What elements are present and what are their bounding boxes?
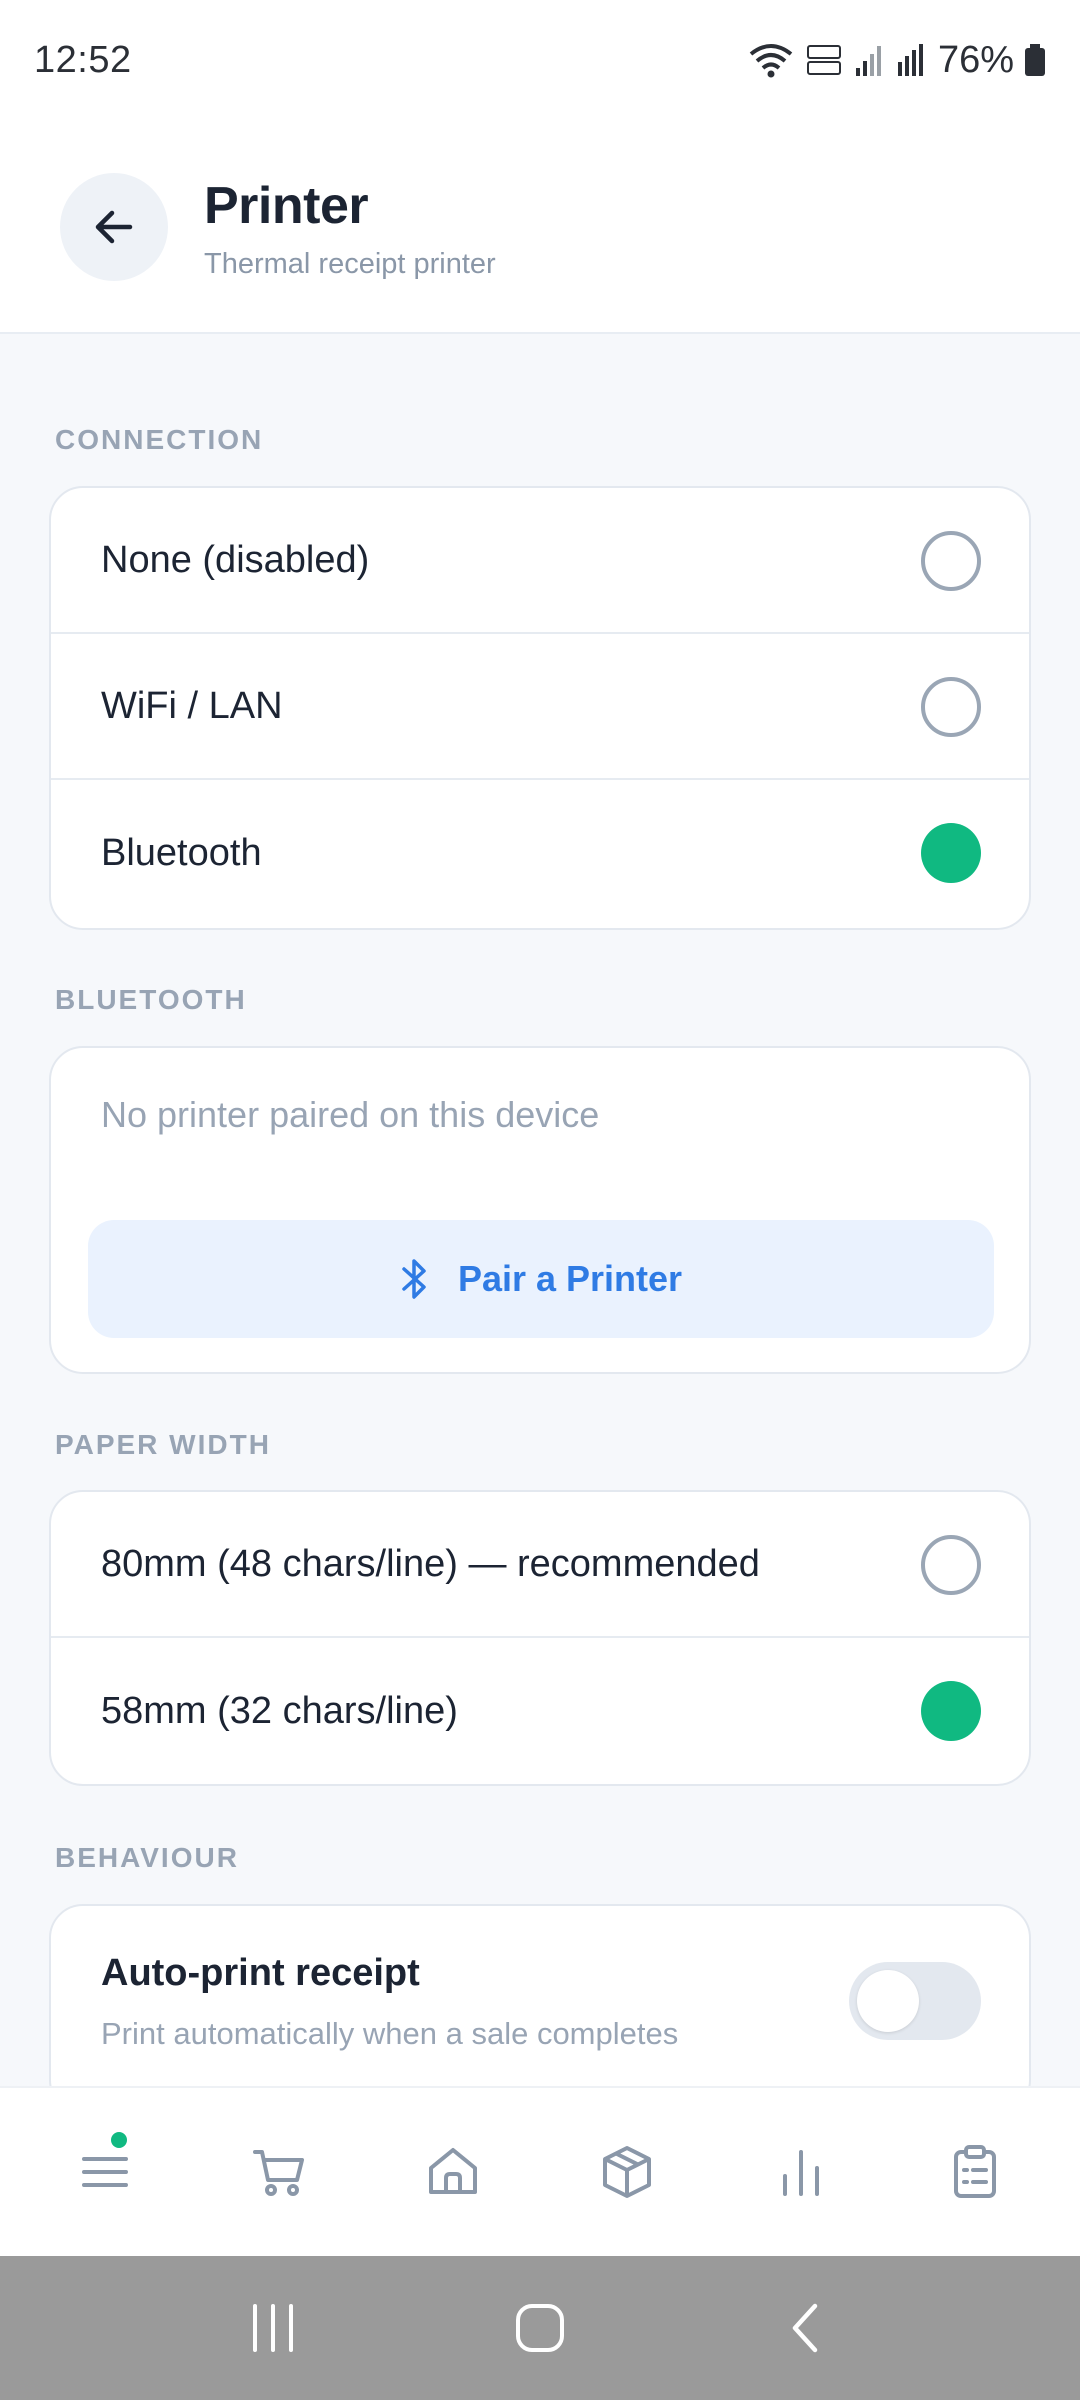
radio-unselected[interactable] [921,677,981,737]
option-label: 58mm (32 chars/line) [101,1689,458,1732]
page-title: Printer [204,177,369,235]
connection-section-label: CONNECTION [55,424,264,455]
signal-roaming-icon [897,44,923,76]
paper-option-80mm[interactable]: 80mm (48 chars/line) — recommended [51,1492,1029,1638]
tab-home[interactable] [393,2112,513,2232]
signal-icon [855,46,881,76]
toggle-knob [857,1970,919,2032]
home-icon [429,2148,477,2194]
status-bar: 12:52 76% [0,0,1080,120]
volte-icon [806,45,841,75]
option-label: 80mm (48 chars/line) — recommended [101,1542,760,1585]
bluetooth-card: No printer paired on this device Pair a … [49,1046,1031,1374]
radio-unselected[interactable] [921,1535,981,1595]
printer-settings-screen: 12:52 76% Printer Thermal receipt printe… [0,0,1080,2400]
option-label: WiFi / LAN [101,684,283,727]
auto-print-toggle[interactable] [849,1962,981,2040]
connection-option-none[interactable]: None (disabled) [51,488,1029,634]
system-navigation-bar [0,2256,1080,2400]
pair-printer-button[interactable]: Pair a Printer [88,1220,994,1338]
auto-print-title: Auto-print receipt [101,1952,420,1994]
app-header: Printer Thermal receipt printer [0,120,1080,334]
paper-width-section-label: PAPER WIDTH [55,1429,271,1460]
option-label: Bluetooth [101,831,262,874]
radio-selected[interactable] [921,823,981,883]
connection-option-wifi[interactable]: WiFi / LAN [51,634,1029,780]
bottom-tab-bar [0,2086,1080,2256]
menu-icon [82,2157,128,2187]
cart-icon [253,2150,304,2196]
back-button[interactable] [60,173,168,281]
wifi-icon [749,44,793,78]
behaviour-section-label: BEHAVIOUR [55,1842,239,1873]
tab-orders[interactable] [915,2112,1035,2232]
paper-width-card: 80mm (48 chars/line) — recommended 58mm … [49,1490,1031,1786]
status-time: 12:52 [34,38,132,81]
battery-percent: 76% [937,38,1014,81]
no-printer-text: No printer paired on this device [101,1094,600,1135]
option-label: None (disabled) [101,538,370,581]
connection-card: None (disabled) WiFi / LAN Bluetooth [49,486,1031,930]
battery-icon [1025,44,1045,76]
bluetooth-icon [402,1259,426,1299]
recents-icon[interactable] [243,2298,303,2358]
paper-option-58mm[interactable]: 58mm (32 chars/line) [51,1638,1029,1784]
page-subtitle: Thermal receipt printer [204,248,496,280]
home-button-icon[interactable] [510,2298,570,2358]
tab-cart[interactable] [219,2112,339,2232]
auto-print-subtitle: Print automatically when a sale complete… [101,2016,679,2051]
pair-printer-label: Pair a Printer [457,1258,683,1299]
connection-option-bluetooth[interactable]: Bluetooth [51,780,1029,926]
chart-icon [783,2150,819,2196]
clipboard-icon [954,2145,996,2198]
tab-menu[interactable] [45,2112,165,2232]
notification-dot [111,2132,127,2148]
box-icon [603,2146,651,2198]
radio-unselected[interactable] [921,531,981,591]
bluetooth-section-label: BLUETOOTH [55,984,247,1015]
behaviour-card: Auto-print receipt Print automatically w… [49,1904,1031,2114]
tab-inventory[interactable] [567,2112,687,2232]
tab-reports[interactable] [741,2112,861,2232]
back-nav-icon[interactable] [777,2298,837,2358]
auto-print-row[interactable]: Auto-print receipt Print automatically w… [51,1906,1029,2086]
radio-selected[interactable] [921,1681,981,1741]
status-icons: 76% [748,39,1046,82]
arrow-left-icon [95,210,133,244]
